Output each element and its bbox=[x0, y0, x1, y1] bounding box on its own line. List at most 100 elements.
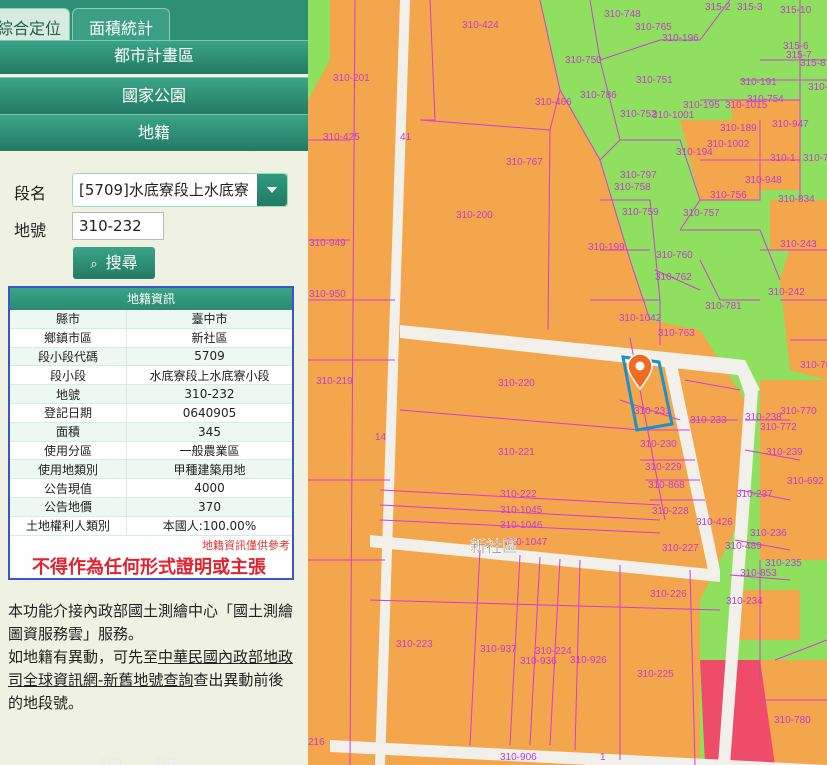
info-row: 段小段代碼 5709 bbox=[10, 347, 292, 367]
parcel-label: 310-770 bbox=[780, 406, 817, 417]
info-key: 使用地類別 bbox=[10, 459, 127, 480]
parcel-label: 310-1045 bbox=[500, 505, 543, 516]
info-key: 縣市 bbox=[10, 310, 127, 329]
info-row: 段小段 水底寮段上水底寮小段 bbox=[10, 365, 292, 386]
info-footer: 地籍資訊僅供參考 不得作為任何形式證明或主張 bbox=[10, 537, 292, 578]
parcel-label: 310-936 bbox=[520, 656, 557, 667]
parcel-label: 310-760 bbox=[656, 250, 693, 261]
chevron-down-icon[interactable] bbox=[257, 174, 287, 206]
parcel-label: 310-748 bbox=[604, 9, 641, 20]
parcel-label: 310-230 bbox=[640, 439, 677, 450]
description-service: 本功能介接內政部國土測繪中心「國土測繪圖資服務雲」服務。 bbox=[8, 602, 294, 643]
district-label: 新社區 bbox=[470, 537, 518, 556]
national-park-header[interactable]: 國家公園 bbox=[0, 77, 308, 114]
parcel-label: 310-225 bbox=[637, 669, 674, 680]
info-value: 水底寮段上水底寮小段 bbox=[126, 365, 292, 386]
cadastre-header[interactable]: 地籍 bbox=[0, 114, 308, 151]
info-key: 面積 bbox=[10, 422, 127, 442]
info-value: 345 bbox=[126, 422, 292, 442]
parcel-label: 310-220 bbox=[498, 378, 535, 389]
info-key: 公告現值 bbox=[10, 478, 127, 498]
parcel-label: 310-754 bbox=[747, 94, 784, 105]
parcel-label: 310-767 bbox=[506, 157, 543, 168]
parcel-label: 310-234 bbox=[726, 596, 763, 607]
info-key: 地號 bbox=[10, 384, 127, 404]
search-button-label: 搜尋 bbox=[105, 253, 138, 272]
section-select-value: [5709]水底寮段上水底寮 bbox=[79, 181, 249, 199]
description: 本功能介接內政部國土測繪中心「國土測繪圖資服務雲」服務。 如地籍有異動，可先至中… bbox=[8, 600, 298, 715]
parcel-label: 310-196 bbox=[662, 33, 699, 44]
info-row: 公告地價 370 bbox=[10, 497, 292, 517]
info-key: 段小段 bbox=[10, 365, 127, 386]
parcel-label: 310-853 bbox=[740, 568, 777, 579]
parcel-label: 310-236 bbox=[750, 528, 787, 539]
info-key: 段小段代碼 bbox=[10, 347, 127, 367]
parcel-label: 310-880 bbox=[808, 82, 827, 93]
info-row: 公告現值 4000 bbox=[10, 478, 292, 498]
parcel-label: 310-781 bbox=[705, 301, 742, 312]
parcel-label: 310-949 bbox=[309, 238, 346, 249]
info-row: 地號 310-232 bbox=[10, 384, 292, 404]
parcel-label: 310-756 bbox=[710, 190, 747, 201]
search-icon: ⌕ bbox=[90, 257, 98, 272]
parcel-label: 310-763 bbox=[658, 328, 695, 339]
parcel-label: 310-1042 bbox=[619, 313, 662, 324]
info-row: 鄉鎮市區 新社區 bbox=[10, 328, 292, 348]
parcel-label: 315-3 bbox=[737, 2, 763, 13]
parcel-label: 310-424 bbox=[462, 20, 499, 31]
parcel-label: 315-10 bbox=[780, 5, 812, 16]
info-row: 面積 345 bbox=[10, 422, 292, 442]
section-label: 段名 bbox=[14, 184, 47, 203]
parcel-label: 310-1 bbox=[770, 153, 796, 164]
parcel-label: 310-751 bbox=[636, 75, 673, 86]
parcel-label: 310-692 bbox=[787, 476, 824, 487]
info-key: 公告地價 bbox=[10, 497, 127, 517]
parcel-label: 310-1001 bbox=[652, 110, 695, 121]
parcel-label: 315-2 bbox=[705, 2, 731, 13]
parcel-label: 315-8 bbox=[800, 58, 826, 69]
info-row: 縣市 臺中市 bbox=[10, 310, 292, 329]
info-value: 0640905 bbox=[126, 403, 292, 423]
info-row: 土地權利人類別 本國人:100.00% bbox=[10, 516, 292, 536]
info-table: 縣市 臺中市 鄉鎮市區 新社區 段小段代碼 5709 段小段 水底寮段上水底寮小段 地號 310-… bbox=[10, 310, 292, 536]
parcel-label: 310-786 bbox=[580, 90, 617, 101]
parcel-label: 310-426 bbox=[696, 517, 733, 528]
parcel-label: 310-947 bbox=[772, 119, 809, 130]
parcel-label: 310-191 bbox=[740, 77, 777, 88]
search-button[interactable]: ⌕ 搜尋 bbox=[73, 247, 155, 279]
info-value: 本國人:100.00% bbox=[126, 516, 292, 536]
parcel-label: 310-229 bbox=[645, 462, 682, 473]
parcel-label: 310-425 bbox=[323, 132, 360, 143]
parcel-label: 310-750 bbox=[565, 55, 602, 66]
info-title: 地籍資訊 bbox=[10, 288, 292, 310]
parcel-label: 310-765 bbox=[635, 22, 672, 33]
info-key: 土地權利人類別 bbox=[10, 516, 127, 536]
parcel-label: 310-243 bbox=[780, 239, 817, 250]
parcel-label: 310-755 bbox=[803, 153, 827, 164]
info-value: 新社區 bbox=[126, 328, 292, 348]
parcel-label: 310-1002 bbox=[707, 139, 750, 150]
info-value: 310-232 bbox=[126, 384, 292, 404]
parcel-label: 310-200 bbox=[456, 210, 493, 221]
section-select[interactable]: [5709]水底寮段上水底寮 bbox=[72, 173, 288, 207]
info-value: 370 bbox=[126, 497, 292, 517]
info-value: 甲種建築用地 bbox=[126, 459, 292, 480]
info-value: 4000 bbox=[126, 478, 292, 498]
parcel-label: 310-201 bbox=[333, 73, 370, 84]
parcel-label: 310-780 bbox=[774, 715, 811, 726]
parcel-label: 310-222 bbox=[500, 489, 537, 500]
parcel-label: 310-221 bbox=[498, 447, 535, 458]
info-row: 使用地類別 甲種建築用地 bbox=[10, 459, 292, 480]
parcel-label: 310-1046 bbox=[500, 520, 543, 531]
parcel-label: 310-926 bbox=[570, 655, 607, 666]
parcel-label: 310-950 bbox=[309, 289, 346, 300]
parcel-label: 310-233 bbox=[690, 415, 727, 426]
parcel-label: 310-199 bbox=[588, 242, 625, 253]
parcel-label: 310-797 bbox=[620, 170, 657, 181]
parcel-label: 310-758 bbox=[614, 182, 651, 193]
info-value: 5709 bbox=[126, 347, 292, 367]
description-change: 如地籍有異動，可先至中華民國內政部地政司全球資訊網-新舊地號查詢查出異動前後的地… bbox=[8, 646, 298, 715]
urban-planning-header[interactable]: 都市計畫區 bbox=[0, 40, 308, 74]
parcel-label: 310-189 bbox=[720, 123, 757, 134]
parcel-number-input[interactable]: 310-232 bbox=[72, 212, 164, 240]
